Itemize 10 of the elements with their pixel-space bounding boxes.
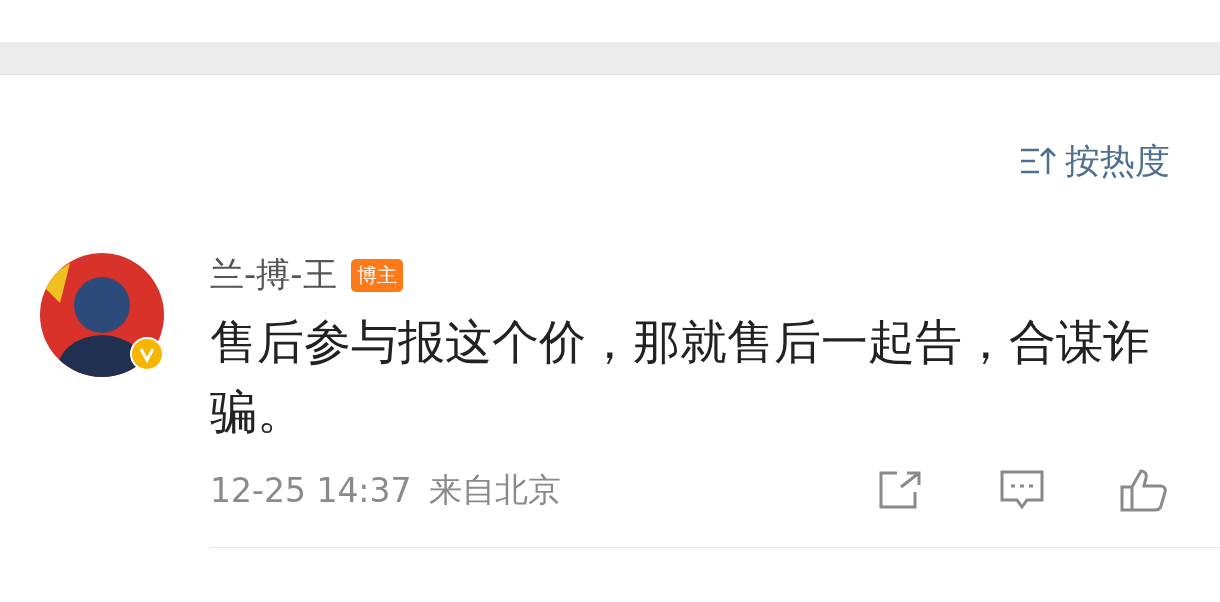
thumbs-up-icon (1119, 467, 1169, 513)
sort-button[interactable]: 按热度 (1019, 137, 1170, 185)
comment-icon (999, 469, 1045, 511)
share-icon (877, 470, 923, 510)
blogger-badge: 博主 (350, 258, 403, 292)
sort-icon (1019, 146, 1057, 176)
comment-text: 售后参与报这个价，那就售后一起告，合谋诈骗。 (210, 313, 1151, 441)
comment-time: 12-25 14:37 (210, 470, 412, 510)
username[interactable]: 兰-搏-王 (210, 252, 337, 298)
comment-location: 来自北京 (429, 468, 563, 511)
